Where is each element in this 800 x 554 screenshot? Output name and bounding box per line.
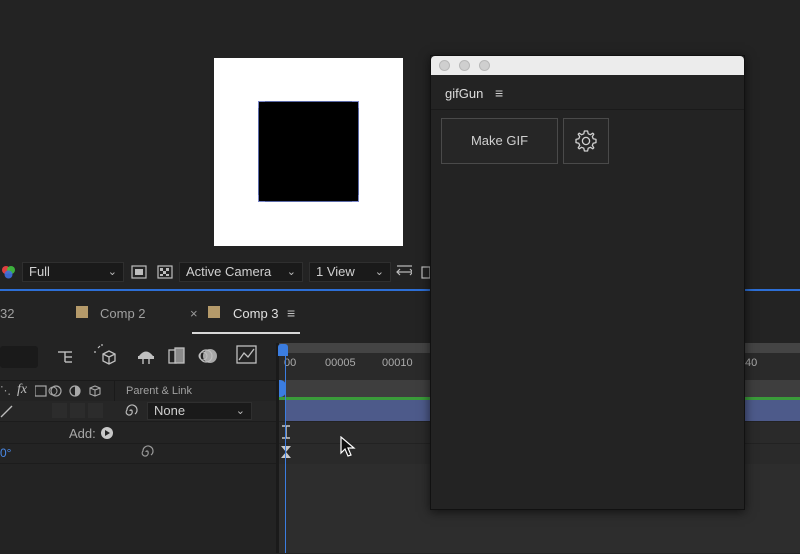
bbox-corner-tl: [258, 101, 265, 108]
settings-button[interactable]: [563, 118, 609, 164]
resolution-value: Full: [29, 264, 50, 279]
rgb-channels-icon[interactable]: [0, 264, 16, 280]
black-solid-layer[interactable]: [258, 101, 359, 202]
camera-value: Active Camera: [186, 264, 272, 279]
view-layout-dropdown[interactable]: 1 View ⌄: [309, 262, 391, 282]
composition-canvas[interactable]: [214, 58, 403, 246]
cursor-arrow-icon: [340, 436, 356, 457]
bbox-corner-br: [352, 195, 359, 202]
motion-blur-icon[interactable]: [198, 346, 218, 366]
comp-flowchart-icon[interactable]: [56, 348, 76, 366]
tab-partial-label[interactable]: 32: [0, 306, 14, 321]
gear-icon: [575, 130, 597, 152]
rotation-value[interactable]: 0°: [0, 446, 11, 460]
minimize-window-button[interactable]: [459, 60, 470, 71]
comp-color-swatch: [76, 306, 88, 318]
chevron-down-icon: ⌄: [107, 266, 117, 278]
expression-pickwhip-icon[interactable]: [140, 445, 154, 459]
parent-link-column-label: Parent & Link: [126, 385, 193, 397]
region-icon[interactable]: [131, 264, 147, 280]
bbox-corner-tr: [352, 101, 359, 108]
chevron-down-icon: ⌄: [374, 266, 384, 278]
bbox-corner-bl: [258, 195, 265, 202]
close-tab-icon[interactable]: ×: [190, 306, 198, 321]
fx-column-label: fx: [17, 382, 28, 397]
playhead-handle[interactable]: [278, 344, 288, 356]
panel-body: [431, 110, 744, 509]
draft-3d-icon[interactable]: [94, 344, 116, 366]
rotation-property-row: 0°: [0, 443, 277, 464]
ruler-tick: 00010: [382, 357, 413, 369]
gifgun-panel: gifGun ≡ Make GIF: [430, 55, 745, 510]
resolution-dropdown[interactable]: Full ⌄: [22, 262, 124, 282]
column-divider: [114, 381, 115, 402]
graph-editor-icon[interactable]: [236, 345, 258, 365]
tab-menu-icon[interactable]: ≡: [287, 305, 295, 321]
tab-comp-3[interactable]: Comp 3: [233, 306, 279, 321]
layer-panel-empty: [0, 463, 277, 554]
transparency-grid-icon[interactable]: [157, 264, 173, 280]
zoom-window-button[interactable]: [479, 60, 490, 71]
keyframe-hourglass-icon[interactable]: [280, 445, 292, 459]
add-menu-play-icon[interactable]: [100, 426, 114, 440]
window-titlebar[interactable]: [431, 56, 744, 75]
parent-pickwhip-icon[interactable]: [124, 404, 138, 418]
tab-comp-2[interactable]: Comp 2: [100, 306, 146, 321]
panel-menu-icon[interactable]: ≡: [495, 85, 503, 101]
switch-cell[interactable]: [52, 403, 67, 418]
layer-column-headers: ⋱ fx Parent & Link: [0, 380, 277, 402]
add-property-row: Add:: [0, 421, 277, 444]
chevron-down-icon: ⌄: [235, 405, 245, 417]
comp-color-swatch: [208, 306, 220, 318]
add-label: Add:: [69, 426, 96, 441]
switches-icon: ⋱: [0, 385, 11, 397]
close-window-button[interactable]: [439, 60, 450, 71]
layer-row[interactable]: None ⌄: [0, 401, 277, 421]
quality-slash-icon[interactable]: [0, 404, 14, 418]
column-switch-icons: [35, 385, 101, 397]
view-layout-value: 1 View: [316, 264, 355, 279]
panel-title: gifGun: [445, 86, 484, 101]
parent-value: None: [154, 403, 186, 418]
ruler-tick: 40: [745, 357, 758, 369]
chevron-down-icon: ⌄: [286, 266, 296, 278]
hide-shy-layers-icon[interactable]: [136, 346, 156, 366]
switch-cell[interactable]: [88, 403, 103, 418]
ibeam-icon: [282, 425, 290, 439]
panel-header: gifGun ≡: [431, 75, 744, 110]
timecode-search-input[interactable]: [0, 346, 38, 368]
frame-blending-icon[interactable]: [167, 346, 187, 366]
ruler-tick: 00005: [325, 357, 356, 369]
toggle-pixel-aspect-icon[interactable]: [396, 264, 412, 280]
camera-dropdown[interactable]: Active Camera ⌄: [179, 262, 303, 282]
parent-dropdown[interactable]: None ⌄: [147, 402, 252, 420]
make-gif-button[interactable]: Make GIF: [441, 118, 558, 164]
switch-cell[interactable]: [70, 403, 85, 418]
